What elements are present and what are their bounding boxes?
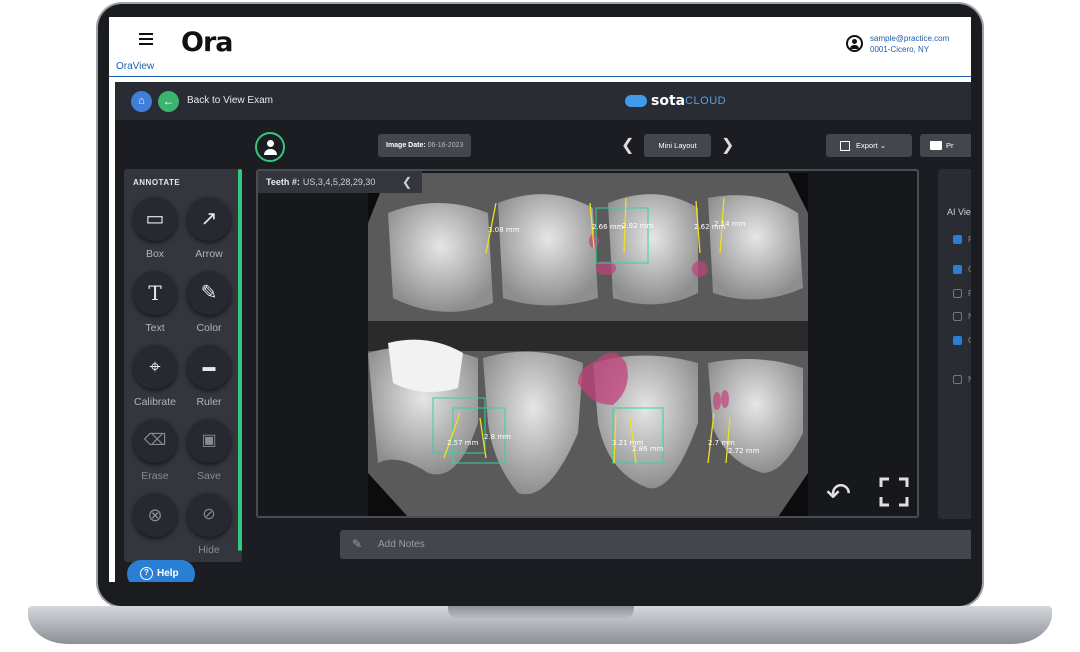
ai-filter-row[interactable]: Ca	[953, 336, 971, 348]
laptop-mockup: Ora OraView sample@practice.com 0001-Cic…	[0, 0, 1080, 652]
add-notes-field[interactable]: ✎ Add Notes	[340, 530, 971, 559]
cloud-icon	[625, 94, 647, 107]
lesion-marker[interactable]	[713, 392, 721, 410]
lesion-marker[interactable]	[692, 261, 708, 277]
restoration	[388, 339, 463, 392]
text-icon: T	[133, 271, 177, 315]
fullscreen-icon[interactable]	[879, 477, 909, 507]
help-icon: ?	[140, 567, 153, 580]
printer-icon	[930, 141, 942, 150]
menu-icon[interactable]	[139, 33, 153, 45]
arrow-icon: ↗	[187, 197, 231, 241]
ruler-icon: ▬	[187, 345, 231, 389]
upper-tooth	[388, 203, 493, 312]
upper-tooth	[708, 195, 803, 300]
svg-text:2.57 mm: 2.57 mm	[447, 439, 479, 447]
svg-text:2.8 mm: 2.8 mm	[484, 433, 511, 441]
user-email: sample@practice.com	[870, 34, 950, 43]
ai-view-panel: AI View P Ca Pe N Ca N	[938, 169, 971, 519]
user-avatar-icon[interactable]	[846, 35, 863, 52]
save-icon: ▣	[187, 419, 231, 463]
close-circle-icon: ⊗	[133, 493, 177, 537]
upper-tooth	[498, 194, 598, 306]
svg-text:2.66 mm: 2.66 mm	[592, 223, 624, 231]
app-header: Ora OraView sample@practice.com 0001-Cic…	[109, 17, 971, 77]
checkbox[interactable]	[953, 235, 962, 245]
calibrate-tool[interactable]: ⌖ Calibrate	[130, 345, 180, 408]
arrow-tool[interactable]: ↗ Arrow	[184, 197, 234, 260]
checkbox[interactable]	[953, 289, 962, 299]
previous-layout-chevron-icon[interactable]: ❮	[621, 135, 634, 155]
viewer-header: ⌂ ← Back to View Exam sotaCLOUD	[115, 82, 971, 120]
export-button[interactable]: Export ⌄	[826, 134, 912, 157]
next-layout-chevron-icon[interactable]: ❯	[721, 135, 734, 155]
pencil-icon: ✎	[352, 537, 363, 551]
ai-filter-row[interactable]: Pe	[953, 289, 971, 301]
hide-tool[interactable]: ⊘ Hide	[184, 493, 234, 556]
checkbox[interactable]	[953, 312, 962, 322]
app-name[interactable]: OraView	[116, 61, 154, 72]
ai-view-title: AI View	[947, 207, 971, 217]
annotate-scrollbar[interactable]	[238, 169, 242, 551]
laptop-notch	[448, 606, 634, 620]
export-icon	[840, 141, 850, 152]
svg-text:3.08 mm: 3.08 mm	[488, 226, 520, 234]
patient-profile-icon[interactable]	[255, 132, 285, 162]
erase-tool[interactable]: ⌫ Erase	[130, 419, 180, 482]
eraser-icon: ⌫	[133, 419, 177, 463]
box-icon: ▭	[133, 197, 177, 241]
upper-tooth	[608, 194, 698, 305]
svg-text:2.7 mm: 2.7 mm	[708, 439, 735, 447]
svg-text:2.14 mm: 2.14 mm	[714, 220, 746, 228]
print-button[interactable]: Pr	[920, 134, 971, 157]
checkbox[interactable]	[953, 265, 962, 275]
text-tool[interactable]: T Text	[130, 271, 180, 334]
crosshair-icon: ⌖	[133, 345, 177, 389]
ai-filter-row[interactable]: N	[953, 375, 971, 387]
annotate-panel: ANNOTATE ▭ Box ↗ Arrow T Text ✎ Color ⌖ …	[124, 169, 242, 562]
ai-filter-row[interactable]: N	[953, 312, 971, 324]
help-button[interactable]: ? Help	[127, 560, 195, 582]
back-button[interactable]: ←	[158, 91, 179, 112]
eye-off-icon: ⊘	[187, 493, 231, 537]
lesion-marker[interactable]	[721, 390, 729, 408]
brand-logo: Ora	[181, 27, 233, 58]
checkbox[interactable]	[953, 375, 962, 385]
annotate-title: ANNOTATE	[133, 178, 181, 187]
clear-tool[interactable]: ⊗	[130, 493, 180, 544]
svg-text:2.72 mm: 2.72 mm	[728, 447, 760, 455]
mini-layout-button[interactable]: Mini Layout	[644, 134, 711, 157]
laptop-screen: Ora OraView sample@practice.com 0001-Cic…	[109, 17, 971, 582]
eyedropper-icon: ✎	[187, 271, 231, 315]
svg-text:2.86 mm: 2.86 mm	[632, 445, 664, 453]
undo-icon[interactable]: ↶	[826, 477, 851, 512]
back-to-exam-link[interactable]: Back to View Exam	[187, 95, 273, 106]
image-viewer: ⌂ ← Back to View Exam sotaCLOUD Image Da…	[115, 82, 971, 582]
dental-xray-image[interactable]: 3.08 mm 2.66 mm 2.92 mm 2.62 mm 2.14 mm …	[368, 173, 808, 517]
checkbox[interactable]	[953, 336, 962, 346]
ruler-tool[interactable]: ▬ Ruler	[184, 345, 234, 408]
save-tool[interactable]: ▣ Save	[184, 419, 234, 482]
svg-text:2.92 mm: 2.92 mm	[622, 222, 654, 230]
home-button[interactable]: ⌂	[131, 91, 152, 112]
xray-frame: 3.08 mm 2.66 mm 2.92 mm 2.62 mm 2.14 mm …	[256, 169, 919, 518]
collapse-chevron-icon[interactable]: ❮	[402, 171, 412, 193]
teeth-selector[interactable]: Teeth #: US,3,4,5,28,29,30 ❮	[258, 171, 422, 193]
ai-filter-row[interactable]: P	[953, 235, 971, 247]
ai-filter-row[interactable]: Ca	[953, 265, 971, 277]
user-location: 0001-Cicero, NY	[870, 45, 930, 54]
box-tool[interactable]: ▭ Box	[130, 197, 180, 260]
sota-cloud-logo: sotaCLOUD	[625, 92, 726, 110]
color-tool[interactable]: ✎ Color	[184, 271, 234, 334]
image-date-badge: Image Date: 06-16-2023	[378, 134, 472, 157]
